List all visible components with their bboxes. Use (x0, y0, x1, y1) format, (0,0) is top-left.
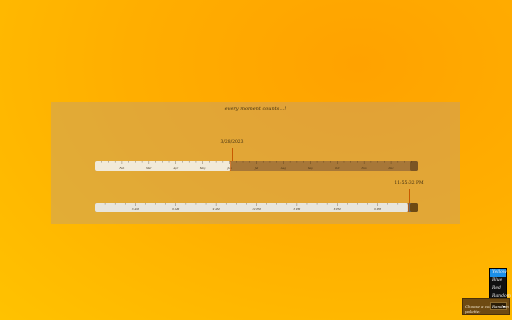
year-ruler: Feb Mar Apr May Jun Jul Aug Sep Oct Nov Dec (95, 161, 418, 171)
day-ruler: 3 AM 6 AM 9 AM 12 PM 3 PM 6 PM 9 PM (95, 203, 418, 212)
palette-select[interactable]: Random ▾ (490, 302, 509, 310)
ruler-tick-label: 3 AM (132, 207, 139, 211)
palette-list[interactable]: Yellow Blue Red Random (489, 268, 511, 302)
day-marker-label: 11:55:32 PM (394, 181, 424, 186)
ruler-tick-label: Jul (254, 166, 259, 170)
ruler-tick-label: Sep (308, 166, 313, 170)
ruler-tick-label: Apr (172, 166, 179, 170)
ruler-filled (95, 161, 231, 171)
year-marker-label: 3/28/2023 (220, 140, 244, 145)
palette-select-value: Random (492, 304, 509, 309)
ruler-tick-label: 6 PM (334, 207, 341, 211)
year-marker-line (232, 148, 233, 161)
ruler-tick-label: 9 AM (213, 207, 220, 211)
ruler-tick-label: 9 PM (374, 207, 381, 211)
ruler-tick-label: 12 PM (252, 207, 261, 211)
palette-item-red[interactable]: Red (490, 285, 506, 293)
ruler-tick-label: Mar (145, 166, 152, 170)
tagline: every moment counts…! (224, 106, 287, 112)
palette-chooser: Choose a color palette: Random ▾ (462, 298, 510, 315)
ruler-tick-label: Nov (361, 166, 368, 170)
main-panel: every moment counts…! 3/28/2023 Feb Mar Ap… (51, 102, 460, 224)
ruler-tick-label: Aug (280, 166, 287, 170)
chevron-down-icon: ▾ (502, 304, 505, 309)
palette-item-yellow[interactable]: Yellow (490, 269, 507, 277)
ruler-end (410, 203, 418, 212)
ruler-tick-label: Jun (226, 166, 232, 170)
ruler-tick-label: Dec (388, 166, 395, 170)
day-marker-line (409, 189, 410, 203)
ruler-tick-label: 3 PM (293, 207, 300, 211)
ruler-tick-label: 6 AM (172, 207, 179, 211)
ruler-tick-label: Feb (118, 166, 124, 170)
palette-item-blue[interactable]: Blue (490, 277, 506, 285)
ruler-tick-label: May (199, 166, 206, 170)
